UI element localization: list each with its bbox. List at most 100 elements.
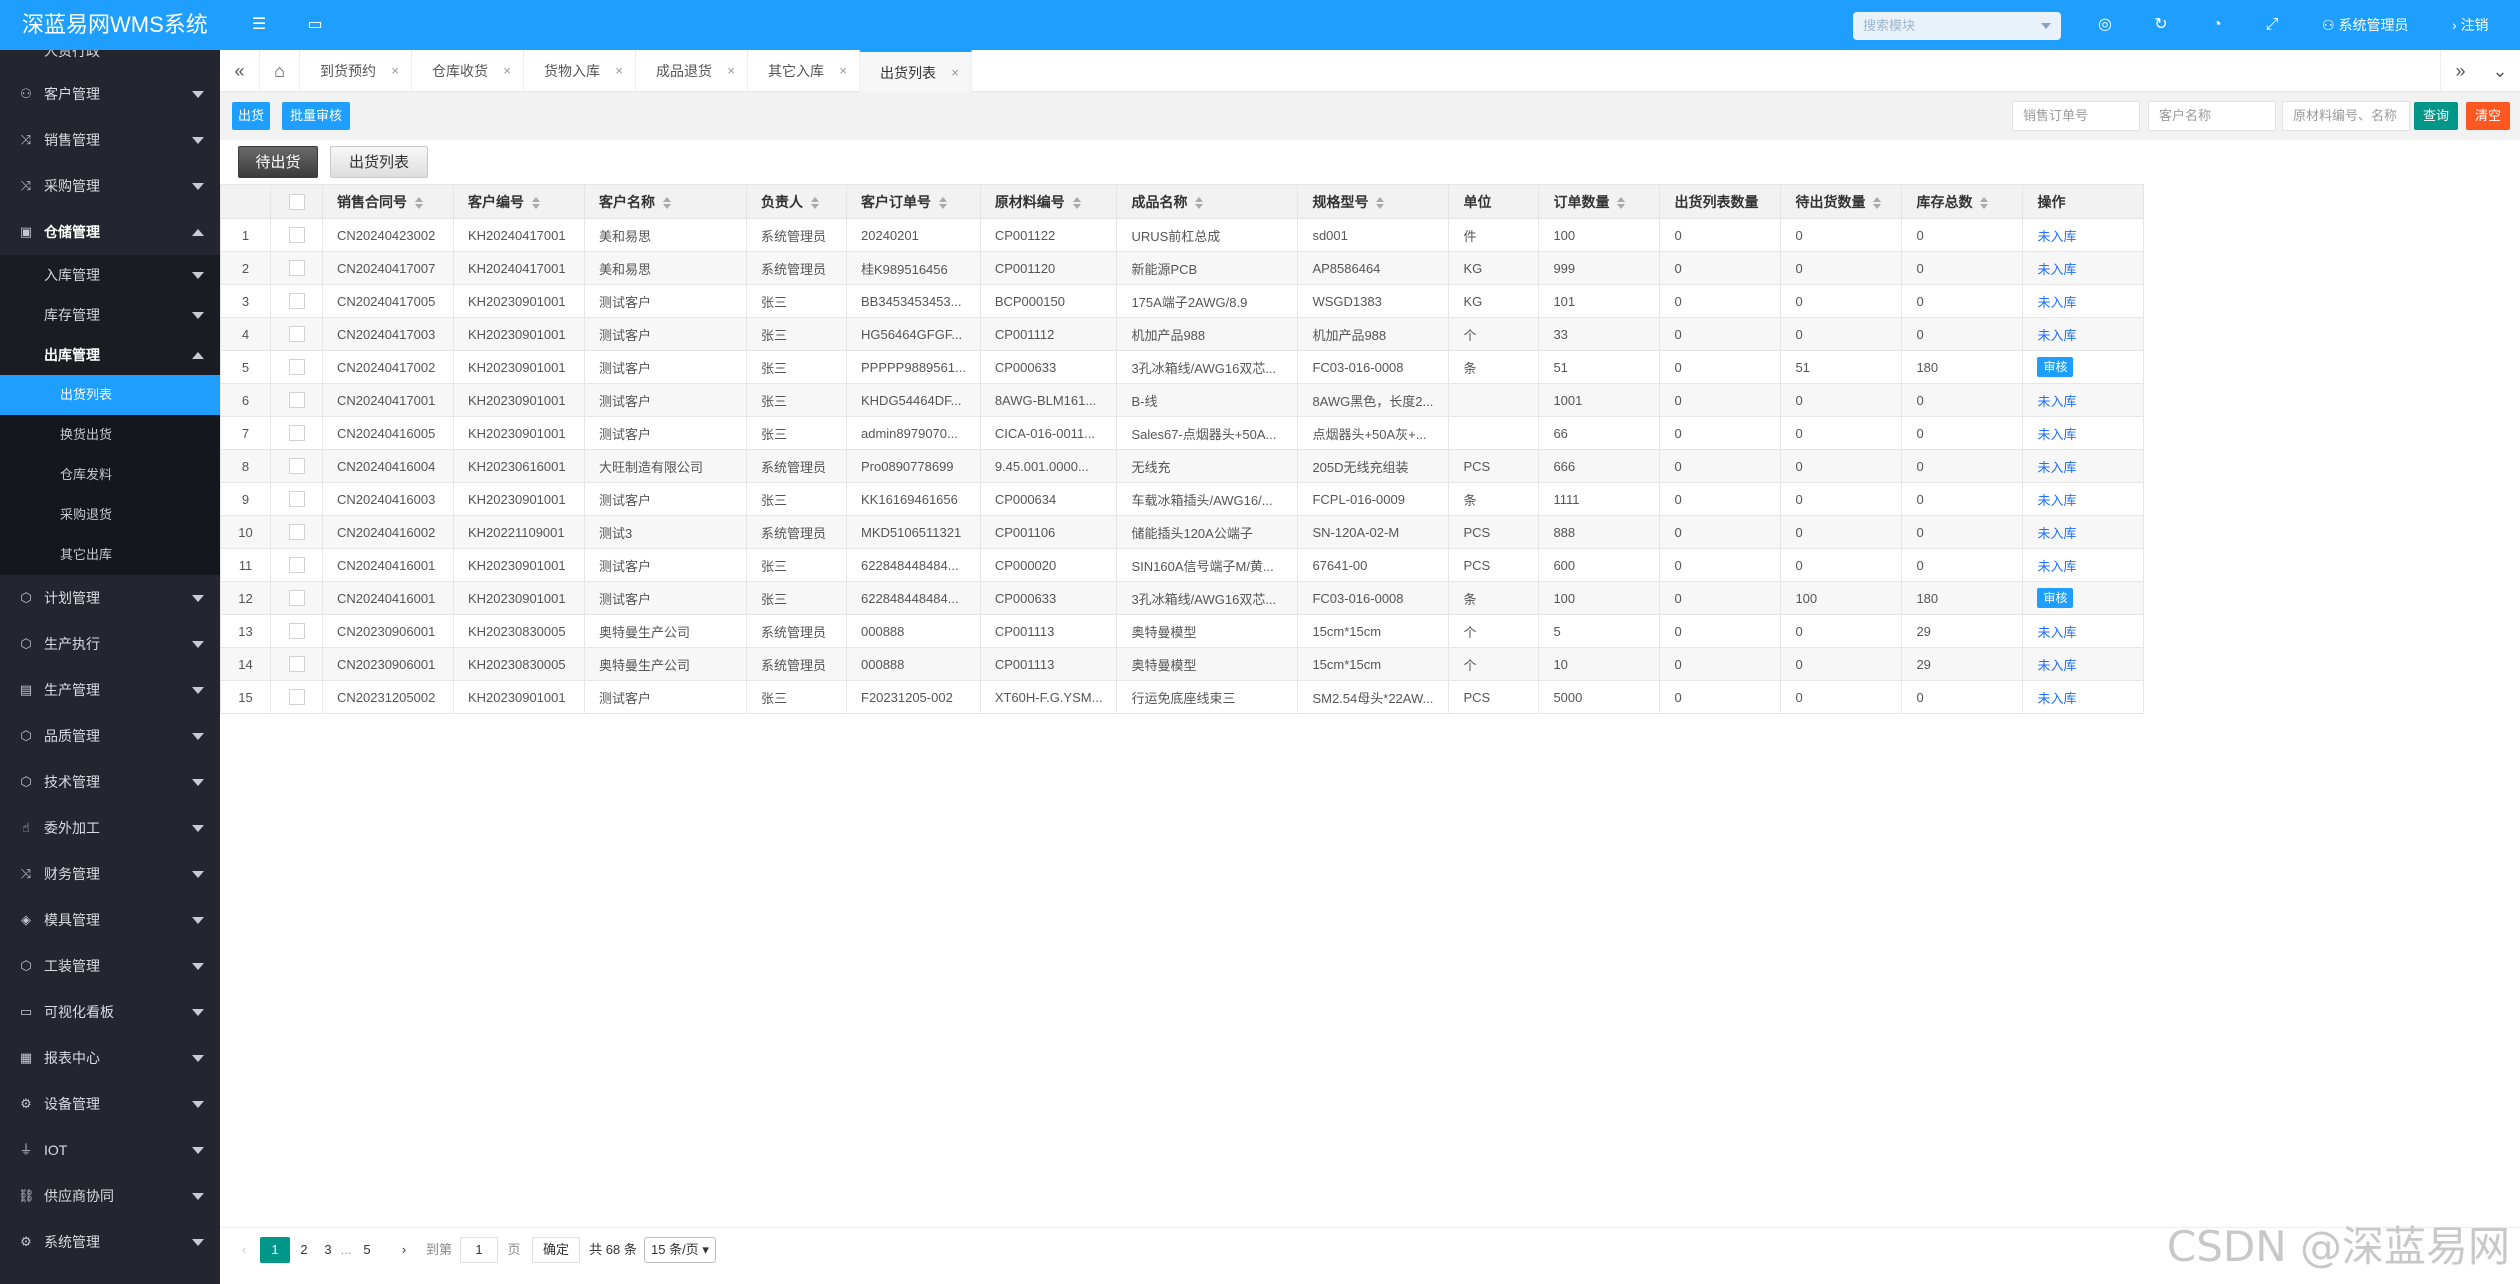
row-checkbox[interactable] [288,656,305,673]
not-stocked-link[interactable]: 未入库 [2037,394,2076,409]
page-2[interactable]: 2 [292,1237,316,1263]
clear-button[interactable]: 清空 [2466,102,2510,130]
table-row[interactable]: 9 CN20240416003 KH20230901001 测试客户 张三 KK16169… [220,482,2173,516]
row-checkbox[interactable] [288,425,305,442]
audit-button[interactable]: 审核 [2037,588,2074,608]
table-row[interactable]: 4 CN20240417003 KH20230901001 测试客户 张三 HG56464… [220,317,2173,351]
row-select-cell[interactable] [270,548,323,582]
table-row[interactable]: 5 CN20240417002 KH20230901001 测试客户 张三 PPPPP98… [220,350,2173,384]
table-row[interactable]: 6 CN20240417001 KH20230901001 测试客户 张三 KHDG544… [220,383,2173,417]
close-icon[interactable]: × [391,50,399,92]
page-3[interactable]: 3 [318,1237,338,1263]
table-row[interactable]: 7 CN20240416005 KH20230901001 测试客户 张三 admin89… [220,416,2173,450]
sort-icon[interactable] [1873,196,1882,209]
prev-page-icon[interactable]: ‹ [234,1237,254,1263]
table-row[interactable]: 8 CN20240416004 KH20230616001 大旺制造有限公司 系统管理员… [220,449,2173,483]
sidebar-subitem[interactable]: 入库管理 [0,255,220,295]
row-checkbox[interactable] [288,458,305,475]
column-header[interactable]: 客户编号 [453,184,585,219]
row-select-cell[interactable] [270,350,323,384]
row-select-cell[interactable] [270,680,323,714]
fullscreen-icon[interactable]: ⤢ [2257,0,2287,50]
close-icon[interactable]: × [727,50,735,92]
close-icon[interactable]: × [615,50,623,92]
batch-audit-button[interactable]: 批量审核 [282,102,350,130]
table-row[interactable]: 3 CN20240417005 KH20230901001 测试客户 张三 BB34534… [220,284,2173,318]
page-1[interactable]: 1 [260,1237,290,1263]
logout-button[interactable]: › 注销 [2452,0,2489,50]
sort-icon[interactable] [1195,196,1204,209]
table-row[interactable]: 15 CN20231205002 KH20230901001 测试客户 张三 F20231… [220,680,2173,714]
table-row[interactable]: 10 CN20240416002 KH20221109001 测试3 系统管理员 MKD5… [220,515,2173,549]
sort-icon[interactable] [1617,196,1626,209]
not-stocked-link[interactable]: 未入库 [2037,460,2076,475]
sidebar-item[interactable]: ⚙ 系统管理 [0,1219,220,1265]
column-header[interactable]: 操作 [2022,184,2145,219]
not-stocked-link[interactable]: 未入库 [2037,526,2076,541]
goto-page-input[interactable]: 1 [460,1237,498,1263]
column-header[interactable]: 待出货数量 [1780,184,1903,219]
table-row[interactable]: 12 CN20240416001 KH20230901001 测试客户 张三 622848… [220,581,2173,615]
column-header[interactable]: 客户订单号 [846,184,981,219]
row-checkbox[interactable] [288,689,305,706]
sidebar-item[interactable]: ▤ 生产管理 [0,667,220,713]
sidebar-item[interactable]: ⤨ 销售管理 [0,117,220,163]
globe-icon[interactable]: ◎ [2090,0,2120,50]
sidebar-item[interactable]: ◈ 模具管理 [0,897,220,943]
sort-icon[interactable] [532,196,540,209]
column-header[interactable]: 规格型号 [1297,184,1450,219]
tab[interactable]: 到货预约 × [300,50,412,92]
row-select-cell[interactable] [270,284,323,318]
table-row[interactable]: 14 CN20230906001 KH20230830005 奥特曼生产公司 系统管理员… [220,647,2173,681]
row-checkbox[interactable] [288,491,305,508]
row-select-cell[interactable] [270,251,323,285]
sidebar-item[interactable]: ⏚ IOT [0,1127,220,1173]
sidebar-item[interactable]: ⬡ 技术管理 [0,759,220,805]
not-stocked-link[interactable]: 未入库 [2037,328,2076,343]
row-select-cell[interactable] [270,647,323,681]
close-icon[interactable]: × [951,52,959,94]
column-header[interactable]: 库存总数 [1901,184,2024,219]
close-icon[interactable]: × [503,50,511,92]
sidebar-subitem[interactable]: 库存管理 [0,295,220,335]
refresh-icon[interactable]: ↻ [2146,0,2176,50]
close-icon[interactable]: × [839,50,847,92]
not-stocked-link[interactable]: 未入库 [2037,493,2076,508]
row-select-cell[interactable] [270,416,323,450]
sort-icon[interactable] [663,196,671,209]
row-checkbox[interactable] [288,557,305,574]
not-stocked-link[interactable]: 未入库 [2037,691,2076,706]
sort-icon[interactable] [1980,196,1989,209]
table-row[interactable]: 13 CN20230906001 KH20230830005 奥特曼生产公司 系统管理员… [220,614,2173,648]
sidebar-leaf-item[interactable]: 其它出库 [0,535,220,575]
sidebar-item[interactable]: ⬡ 计划管理 [0,575,220,621]
menu-toggle-icon[interactable]: ☰ [244,0,274,50]
row-checkbox[interactable] [288,359,305,376]
sort-icon[interactable] [811,196,819,209]
row-select-cell[interactable] [270,614,323,648]
tab[interactable]: 出货列表 × [860,50,972,92]
bell-icon[interactable]: ◔ [2202,0,2232,50]
page-size-select[interactable]: 15 条/页 ▾ [644,1237,716,1263]
column-header[interactable]: 负责人 [746,184,847,219]
row-select-cell[interactable] [270,482,323,516]
tab-menu-chevron-icon[interactable]: ⌄ [2480,50,2520,92]
sidebar-leaf-item[interactable]: 出货列表 [0,375,220,415]
row-checkbox[interactable] [288,293,305,310]
sidebar-leaf-item[interactable]: 换货出货 [0,415,220,455]
not-stocked-link[interactable]: 未入库 [2037,658,2076,673]
sidebar-item[interactable]: ⬡ 生产执行 [0,621,220,667]
module-search-select[interactable]: 搜索模块 [1853,12,2061,40]
row-select-cell[interactable] [270,449,323,483]
sidebar-item[interactable]: ⤨ 采购管理 [0,163,220,209]
not-stocked-link[interactable]: 未入库 [2037,229,2076,244]
sidebar-item[interactable]: ▦ 报表中心 [0,1035,220,1081]
row-select-cell[interactable] [270,581,323,615]
not-stocked-link[interactable]: 未入库 [2037,262,2076,277]
row-checkbox[interactable] [288,623,305,640]
tab[interactable]: 货物入库 × [524,50,636,92]
column-header[interactable]: 订单数量 [1538,184,1661,219]
user-menu[interactable]: ⚇ 系统管理员 [2322,0,2408,50]
table-row[interactable]: 11 CN20240416001 KH20230901001 测试客户 张三 622848… [220,548,2173,582]
column-header[interactable]: 销售合同号 [322,184,454,219]
